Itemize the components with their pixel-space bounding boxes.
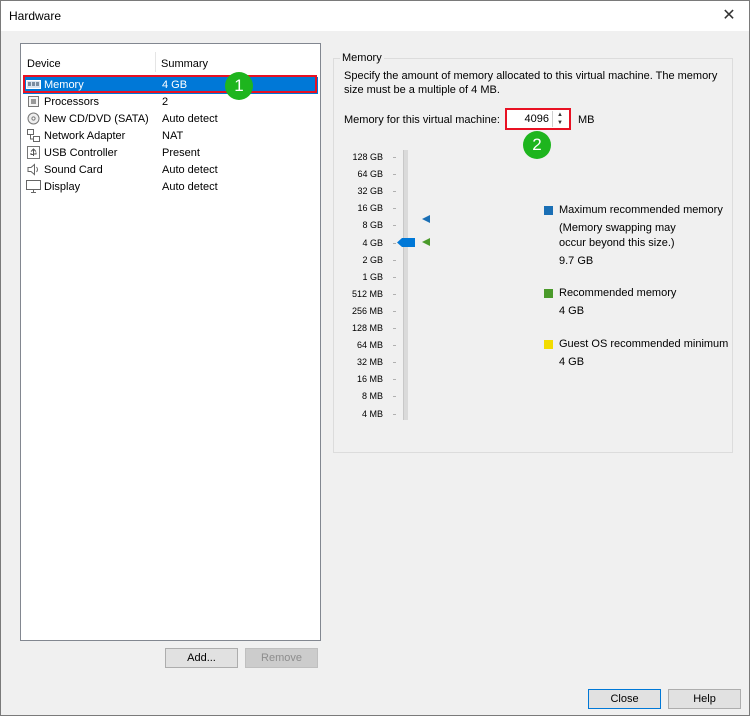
device-row-processors[interactable]: Processors 2 xyxy=(23,94,318,111)
device-name: Processors xyxy=(44,96,100,108)
max-recommended-value: 9.7 GB xyxy=(559,255,594,267)
close-button[interactable]: Close xyxy=(588,689,661,709)
memory-spinner[interactable]: ▲ ▼ xyxy=(552,111,567,127)
max-recommended-title: Maximum recommended memory xyxy=(559,204,723,216)
scale-label: 512 MB xyxy=(351,288,383,299)
max-recommended-marker-icon xyxy=(422,215,430,223)
processor-icon xyxy=(28,96,39,107)
memory-field-label: Memory for this virtual machine: xyxy=(344,114,500,126)
device-row-display[interactable]: Display Auto detect xyxy=(23,179,318,196)
scale-tick xyxy=(393,293,396,295)
recommended-title: Recommended memory xyxy=(559,287,677,299)
scale-label: 4 GB xyxy=(362,237,383,248)
scale-tick xyxy=(393,242,396,244)
scale-tick xyxy=(393,345,396,347)
scale-label: 4 MB xyxy=(361,408,383,419)
guest-os-minimum-title: Guest OS recommended minimum xyxy=(559,338,729,350)
help-button[interactable]: Help xyxy=(668,689,741,709)
guest-os-minimum-swatch xyxy=(544,340,553,349)
scale-tick xyxy=(393,259,396,261)
column-divider[interactable] xyxy=(155,52,156,72)
scale-label: 64 GB xyxy=(357,169,383,180)
scale-label: 16 MB xyxy=(356,374,383,385)
selection-highlight-box xyxy=(23,75,317,93)
add-button[interactable]: Add... xyxy=(165,648,238,668)
memory-size-input[interactable]: 4096 ▲ ▼ xyxy=(505,108,571,130)
scale-label: 256 MB xyxy=(351,305,383,316)
scale-tick xyxy=(393,157,396,158)
annotation-badge-2: 2 xyxy=(523,131,551,159)
device-summary: Present xyxy=(162,147,200,159)
device-summary: Auto detect xyxy=(162,113,218,125)
cd-dvd-icon xyxy=(27,112,40,125)
column-header-device[interactable]: Device xyxy=(27,58,61,70)
device-row-sound-card[interactable]: Sound Card Auto detect xyxy=(23,162,318,179)
title-bar: Hardware ✕ xyxy=(1,1,749,31)
network-adapter-icon xyxy=(27,129,40,142)
scale-label: 2 GB xyxy=(362,254,383,265)
device-name: USB Controller xyxy=(44,147,118,159)
memory-slider-thumb[interactable] xyxy=(397,237,415,248)
max-recommended-swatch xyxy=(544,206,553,215)
sound-icon xyxy=(27,163,38,176)
scale-label: 8 MB xyxy=(361,391,383,402)
device-name: Sound Card xyxy=(44,164,103,176)
scale-tick xyxy=(393,225,396,227)
scale-label: 128 GB xyxy=(352,152,383,162)
window-title: Hardware xyxy=(9,9,62,23)
display-icon xyxy=(26,180,41,193)
scale-label: 8 GB xyxy=(362,220,383,231)
device-name: Display xyxy=(44,181,81,193)
scale-tick xyxy=(393,328,396,329)
scale-tick xyxy=(393,208,396,210)
recommended-swatch xyxy=(544,289,553,298)
memory-description: Specify the amount of memory allocated t… xyxy=(344,70,718,96)
device-summary: 2 xyxy=(162,96,169,108)
scale-tick xyxy=(393,310,396,312)
recommended-marker-icon xyxy=(422,238,430,246)
spin-up-icon[interactable]: ▲ xyxy=(553,111,567,119)
device-name: Network Adapter xyxy=(44,130,126,142)
device-summary: NAT xyxy=(162,130,184,142)
remove-button[interactable]: Remove xyxy=(245,648,318,668)
memory-value[interactable]: 4096 xyxy=(525,113,549,125)
device-summary: Auto detect xyxy=(162,181,218,193)
device-row-cd-dvd[interactable]: New CD/DVD (SATA) Auto detect xyxy=(23,111,318,128)
memory-unit-label: MB xyxy=(578,114,595,126)
device-list-header: Device Summary xyxy=(21,44,320,72)
column-header-summary[interactable]: Summary xyxy=(161,58,208,70)
scale-label: 64 MB xyxy=(356,340,383,351)
device-row-network-adapter[interactable]: Network Adapter NAT xyxy=(23,128,318,145)
scale-tick xyxy=(393,413,396,415)
scale-tick xyxy=(393,174,396,176)
guest-os-minimum-value: 4 GB xyxy=(559,356,585,368)
recommended-value: 4 GB xyxy=(559,305,585,317)
scale-label: 32 MB xyxy=(356,357,383,368)
usb-icon xyxy=(27,146,40,159)
spin-down-icon[interactable]: ▼ xyxy=(553,119,567,127)
memory-slider-track[interactable] xyxy=(403,150,408,420)
scale-tick xyxy=(393,191,396,193)
memory-group-title: Memory xyxy=(340,52,384,64)
scale-label: 16 GB xyxy=(357,203,383,214)
scale-tick xyxy=(393,396,396,398)
scale-label: 1 GB xyxy=(362,271,383,282)
close-window-icon[interactable]: ✕ xyxy=(717,5,741,27)
scale-tick xyxy=(393,362,396,364)
device-name: New CD/DVD (SATA) xyxy=(44,113,149,125)
device-list: Device Summary Memory 4 GB Processors 2 … xyxy=(20,43,321,641)
scale-label: 32 GB xyxy=(357,186,383,197)
annotation-badge-1: 1 xyxy=(225,72,253,100)
scale-tick xyxy=(393,379,396,381)
device-summary: Auto detect xyxy=(162,164,218,176)
scale-label: 128 MB xyxy=(351,323,383,333)
device-row-usb-controller[interactable]: USB Controller Present xyxy=(23,145,318,162)
scale-tick xyxy=(393,276,396,278)
max-recommended-note: (Memory swapping may occur beyond this s… xyxy=(559,222,676,249)
